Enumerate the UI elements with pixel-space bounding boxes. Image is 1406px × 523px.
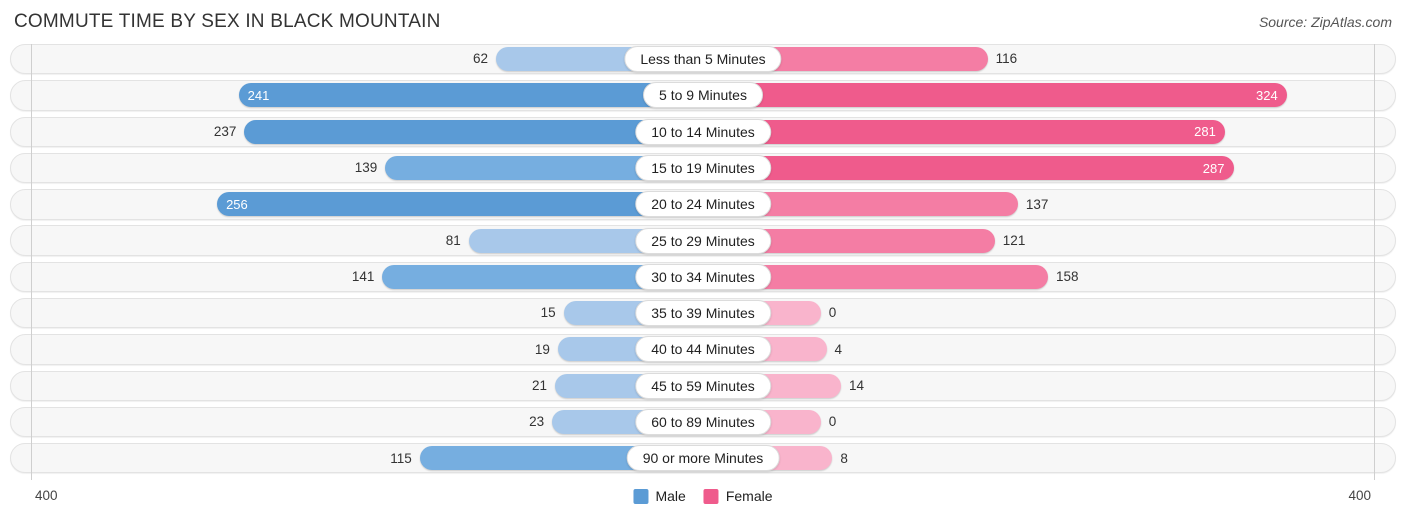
male-value-label: 23 xyxy=(529,414,545,430)
bar-row: 237 281 10 to 14 Minutes xyxy=(10,116,1396,147)
female-half: 0 xyxy=(703,298,1396,328)
male-half: 21 xyxy=(10,371,703,401)
male-value-label: 241 xyxy=(247,87,270,103)
category-label-pill: 25 to 29 Minutes xyxy=(635,227,771,254)
female-value-label: 121 xyxy=(1002,232,1026,248)
category-label-pill: 15 to 19 Minutes xyxy=(635,155,771,182)
category-label-pill: 60 to 89 Minutes xyxy=(635,409,771,435)
male-value-label: 139 xyxy=(354,160,378,176)
female-bar[interactable]: 281 xyxy=(703,119,1225,144)
female-half: 0 xyxy=(703,407,1396,437)
bar-row-list: 62 116 Less than 5 Minutes 241 324 5 to 9 Min… xyxy=(10,44,1396,474)
male-half: 237 xyxy=(10,117,703,147)
bar-row: 19 4 40 to 44 Minutes xyxy=(10,334,1396,365)
male-half: 139 xyxy=(10,153,703,183)
male-half: 115 xyxy=(10,443,703,473)
female-half: 121 xyxy=(703,225,1396,255)
category-label-pill: 45 to 59 Minutes xyxy=(635,372,771,399)
category-label-pill: 90 or more Minutes xyxy=(626,445,780,472)
bar-row: 23 0 60 to 89 Minutes xyxy=(10,406,1396,438)
male-value-label: 237 xyxy=(213,124,237,139)
male-bar[interactable]: 241 xyxy=(238,83,703,108)
category-label-pill: Less than 5 Minutes xyxy=(624,46,782,73)
category-label-pill: 35 to 39 Minutes xyxy=(635,300,771,327)
category-label-pill: 5 to 9 Minutes xyxy=(643,82,763,109)
female-value-label: 0 xyxy=(828,305,837,321)
female-half: 158 xyxy=(703,262,1396,292)
female-value-label: 0 xyxy=(828,414,837,430)
axis-end-label-right: 400 xyxy=(1348,488,1371,503)
chart-footer: 400 400 Male Female xyxy=(10,480,1396,520)
male-half: 141 xyxy=(10,262,703,292)
female-half: 116 xyxy=(703,44,1396,74)
page-title: COMMUTE TIME BY SEX IN BLACK MOUNTAIN xyxy=(14,11,441,32)
chart-legend: Male Female xyxy=(633,488,773,504)
male-half: 62 xyxy=(10,44,703,74)
female-half: 14 xyxy=(703,371,1396,401)
category-label-pill: 40 to 44 Minutes xyxy=(635,336,771,363)
male-value-label: 21 xyxy=(531,377,547,393)
female-half: 287 xyxy=(703,153,1396,183)
male-half: 15 xyxy=(10,298,703,328)
bar-row: 62 116 Less than 5 Minutes xyxy=(10,44,1396,75)
female-half: 8 xyxy=(703,443,1396,473)
source-attribution: Source: ZipAtlas.com xyxy=(1258,14,1392,30)
female-value-label: 324 xyxy=(1256,87,1278,103)
female-half: 281 xyxy=(703,117,1396,147)
male-value-label: 141 xyxy=(351,269,375,285)
bar-row: 21 14 45 to 59 Minutes xyxy=(10,370,1396,401)
female-half: 4 xyxy=(703,334,1396,364)
category-label-pill: 10 to 14 Minutes xyxy=(635,118,771,145)
male-half: 81 xyxy=(10,225,703,255)
female-value-label: 14 xyxy=(848,377,864,393)
male-value-label: 19 xyxy=(534,341,550,357)
female-bar[interactable]: 324 xyxy=(703,83,1287,108)
bar-row: 115 8 90 or more Minutes xyxy=(10,443,1396,474)
female-value-label: 137 xyxy=(1025,196,1049,212)
category-label-pill: 30 to 34 Minutes xyxy=(635,263,771,290)
female-value-label: 158 xyxy=(1056,269,1079,285)
legend-swatch-icon xyxy=(633,488,649,504)
female-value-label: 4 xyxy=(834,341,843,357)
female-half: 324 xyxy=(703,80,1396,110)
legend-swatch-icon xyxy=(703,488,719,504)
bar-row: 81 121 25 to 29 Minutes xyxy=(10,225,1396,256)
male-value-label: 15 xyxy=(540,305,556,321)
female-value-label: 116 xyxy=(995,51,1018,67)
male-bar[interactable]: 256 xyxy=(217,192,703,217)
category-label-pill: 20 to 24 Minutes xyxy=(635,191,771,218)
chart-plot-area: 62 116 Less than 5 Minutes 241 324 5 to 9 Min… xyxy=(10,44,1396,480)
male-half: 256 xyxy=(10,189,703,219)
female-value-label: 287 xyxy=(1202,160,1225,176)
chart-header: COMMUTE TIME BY SEX IN BLACK MOUNTAIN So… xyxy=(0,0,1406,44)
bar-row: 139 287 15 to 19 Minutes xyxy=(10,152,1396,184)
legend-item[interactable]: Female xyxy=(703,488,773,504)
female-value-label: 281 xyxy=(1194,124,1216,140)
male-half: 23 xyxy=(10,407,703,437)
male-value-label: 81 xyxy=(445,232,461,248)
male-value-label: 256 xyxy=(226,196,248,212)
bar-row: 15 0 35 to 39 Minutes xyxy=(10,297,1396,329)
male-value-label: 62 xyxy=(473,51,489,67)
male-value-label: 115 xyxy=(390,450,412,466)
legend-label: Male xyxy=(655,488,686,504)
male-half: 19 xyxy=(10,334,703,364)
bar-row: 256 137 20 to 24 Minutes xyxy=(10,189,1396,220)
female-half: 137 xyxy=(703,189,1396,219)
male-bar[interactable] xyxy=(244,119,703,144)
male-half: 241 xyxy=(10,80,703,110)
female-value-label: 8 xyxy=(840,450,848,466)
female-bar[interactable]: 287 xyxy=(703,156,1234,181)
bar-row: 141 158 30 to 34 Minutes xyxy=(10,261,1396,293)
legend-label: Female xyxy=(725,488,773,504)
legend-item[interactable]: Male xyxy=(633,488,686,504)
axis-end-label-left: 400 xyxy=(35,488,58,503)
bar-row: 241 324 5 to 9 Minutes xyxy=(10,80,1396,111)
